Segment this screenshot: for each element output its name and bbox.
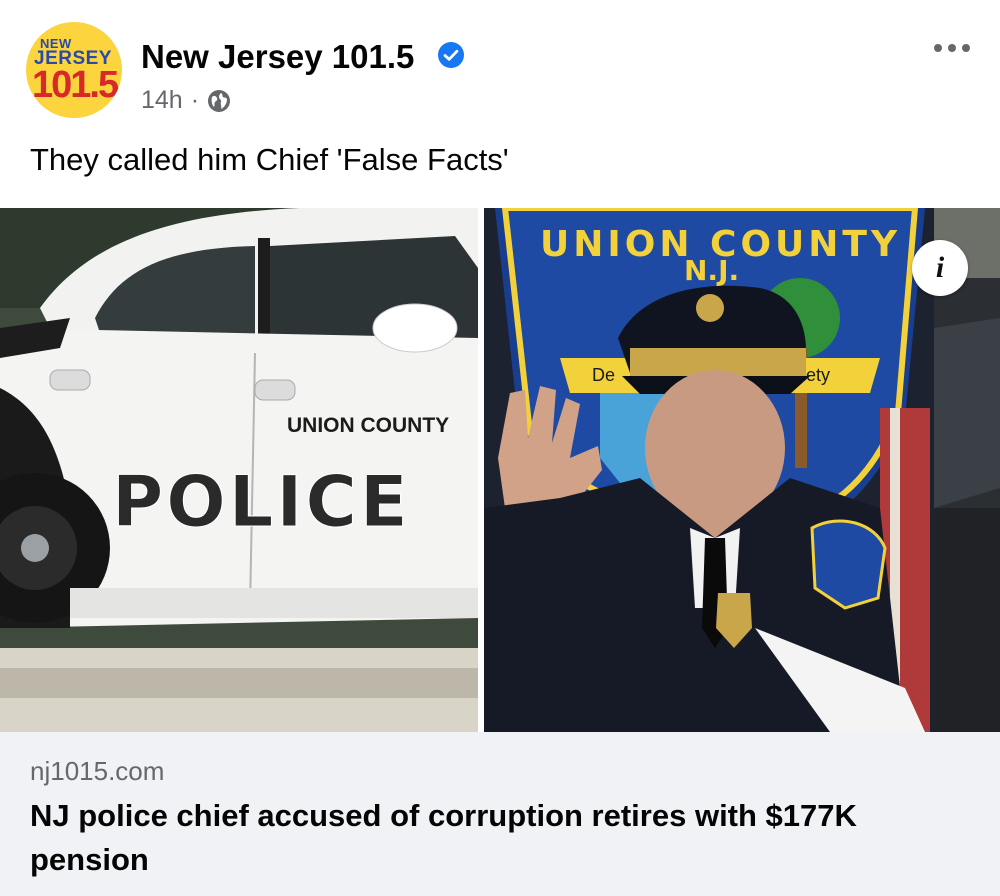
post-meta: 14h · [141,86,231,115]
car-door-text: UNION COUNTY [287,414,449,437]
link-domain: nj1015.com [30,756,165,786]
info-icon[interactable]: i [912,240,968,296]
page-avatar[interactable]: NEW JERSEY 101.5 [26,22,122,118]
police-car-photo: UNION COUNTY POLICE [0,208,478,732]
more-options-icon[interactable] [932,40,972,56]
officer-photo: De ety UNION COUNTY N.J. [484,208,934,732]
post-timestamp[interactable]: 14h [141,86,183,115]
post-caption: They called him Chief 'False Facts' [30,142,509,177]
car-police-text: POLICE [112,461,411,543]
post-image[interactable]: UNION COUNTY POLICE De ety UNION COUNTY … [0,208,1000,732]
meta-separator: · [190,86,200,114]
globe-icon [208,89,231,112]
page-name-link[interactable]: New Jersey 101.5 [141,38,414,76]
patch-banner-right: ety [806,365,830,385]
post-header: NEW JERSEY 101.5 New Jersey 101.5 14h · … [0,0,1000,200]
photo-composite: UNION COUNTY POLICE De ety UNION COUNTY … [0,208,1000,732]
patch-banner-left: De [592,365,615,385]
verified-badge-icon [438,42,464,68]
patch-state-text: N.J. [684,254,739,287]
link-headline[interactable]: NJ police chief accused of corruption re… [30,794,970,882]
avatar-text-line3: 101.5 [32,64,119,106]
